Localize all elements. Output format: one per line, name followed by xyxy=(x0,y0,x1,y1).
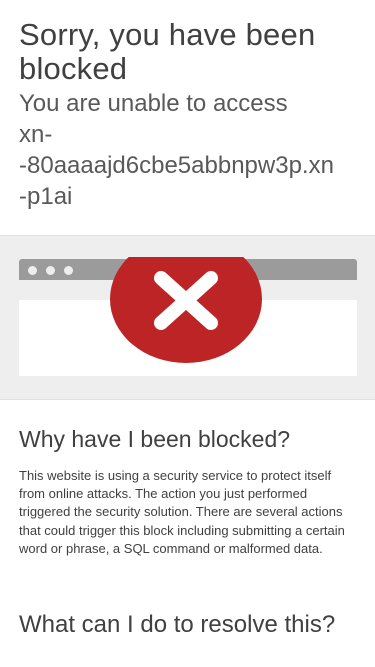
error-x-icon xyxy=(110,257,262,363)
page-title: Sorry, you have been blocked xyxy=(19,17,316,86)
browser-window-graphic xyxy=(19,257,357,376)
resolve-heading: What can I do to resolve this? xyxy=(19,611,336,638)
why-blocked-heading: Why have I been blocked? xyxy=(19,426,291,452)
why-blocked-section: Why have I been blocked? This website is… xyxy=(19,425,359,558)
resolve-section: What can I do to resolve this? xyxy=(19,610,359,640)
why-blocked-text: This website is using a security service… xyxy=(19,468,345,556)
window-dot-icon xyxy=(28,266,37,275)
window-dot-icon xyxy=(64,266,73,275)
page-subtitle: You are unable to access xn- -80aaaajd6c… xyxy=(19,90,334,210)
page: Sorry, you have been blocked You are una… xyxy=(0,0,375,667)
blocked-illustration xyxy=(0,235,375,400)
window-dot-icon xyxy=(46,266,55,275)
header: Sorry, you have been blocked You are una… xyxy=(0,0,375,212)
